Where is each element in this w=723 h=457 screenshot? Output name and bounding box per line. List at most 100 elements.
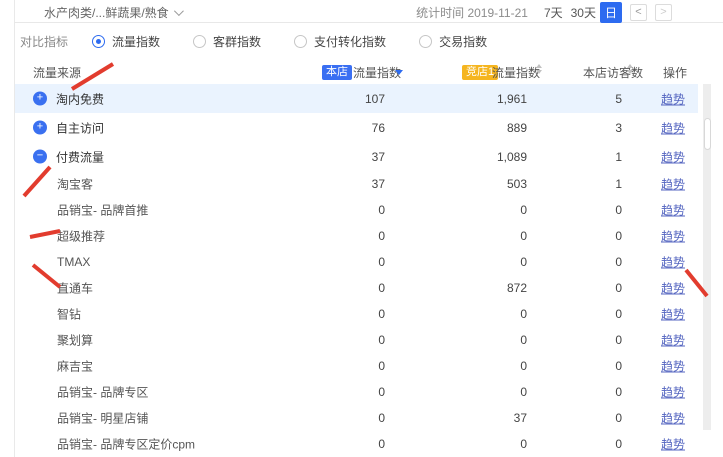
metric-radio-0[interactable]: 流量指数 bbox=[92, 33, 160, 50]
column-rival-index[interactable]: 流量指数 bbox=[492, 64, 540, 81]
source-name-label: TMAX bbox=[57, 255, 90, 269]
topbar: 水产肉类/...鲜蔬果/熟食 统计时间 2019-11-21 7天30天日 < … bbox=[14, 0, 723, 23]
collapse-minus-icon[interactable]: − bbox=[33, 150, 47, 164]
table-row: 智钻000趋势 bbox=[15, 301, 698, 327]
visitors-value: 0 bbox=[615, 307, 622, 321]
table-row: 聚划算000趋势 bbox=[15, 327, 698, 353]
source-name-label: 淘宝客 bbox=[57, 176, 93, 193]
sort-icon[interactable] bbox=[627, 64, 633, 74]
own-index-value: 76 bbox=[372, 121, 385, 135]
visitors-value: 0 bbox=[615, 203, 622, 217]
source-name-label: 淘内免费 bbox=[56, 90, 104, 107]
next-day-button[interactable]: > bbox=[655, 4, 672, 21]
source-name-label: 品销宝- 品牌专区 bbox=[57, 384, 148, 401]
own-index-value: 0 bbox=[378, 411, 385, 425]
source-name-label: 超级推荐 bbox=[57, 228, 105, 245]
prev-day-button[interactable]: < bbox=[630, 4, 647, 21]
trend-link[interactable]: 趋势 bbox=[661, 121, 685, 135]
visitors-value: 5 bbox=[615, 92, 622, 106]
rival-index-value: 1,961 bbox=[497, 92, 527, 106]
date-range-button-0[interactable]: 7天 bbox=[540, 2, 567, 23]
scrollbar-thumb[interactable] bbox=[704, 118, 711, 150]
sort-icon[interactable] bbox=[536, 64, 542, 74]
radio-icon bbox=[193, 35, 206, 48]
trend-link[interactable]: 趋势 bbox=[661, 360, 685, 374]
expand-plus-icon[interactable]: + bbox=[33, 92, 47, 106]
trend-link[interactable]: 趋势 bbox=[661, 386, 685, 400]
table-row: 淘宝客375031趋势 bbox=[15, 171, 698, 197]
trend-link[interactable]: 趋势 bbox=[661, 412, 685, 426]
own-index-value: 0 bbox=[378, 229, 385, 243]
column-own-index[interactable]: 流量指数 bbox=[353, 64, 401, 81]
visitors-value: 3 bbox=[615, 121, 622, 135]
rival-index-value: 503 bbox=[507, 177, 527, 191]
column-action: 操作 bbox=[663, 64, 687, 81]
own-index-value: 0 bbox=[378, 385, 385, 399]
own-index-value: 0 bbox=[378, 255, 385, 269]
trend-link[interactable]: 趋势 bbox=[661, 92, 685, 106]
own-index-value: 0 bbox=[378, 333, 385, 347]
category-label: 水产肉类/...鲜蔬果/熟食 bbox=[44, 4, 169, 21]
date-range-button-2[interactable]: 日 bbox=[600, 2, 622, 23]
source-name-cell: 品销宝- 品牌首推 bbox=[57, 202, 148, 219]
table-row: +淘内免费1071,9615趋势 bbox=[15, 84, 698, 113]
visitors-value: 0 bbox=[615, 255, 622, 269]
table-row: 麻吉宝000趋势 bbox=[15, 353, 698, 379]
column-visitors[interactable]: 本店访客数 bbox=[583, 64, 643, 81]
category-selector[interactable]: 水产肉类/...鲜蔬果/熟食 bbox=[44, 4, 181, 21]
trend-link[interactable]: 趋势 bbox=[661, 282, 685, 296]
expand-plus-icon[interactable]: + bbox=[33, 121, 47, 135]
scrollbar-track[interactable] bbox=[703, 84, 711, 430]
source-name-label: 直通车 bbox=[57, 280, 93, 297]
visitors-value: 0 bbox=[615, 411, 622, 425]
own-index-value: 37 bbox=[372, 150, 385, 164]
sort-desc-icon[interactable] bbox=[395, 64, 403, 78]
trend-link[interactable]: 趋势 bbox=[661, 308, 685, 322]
trend-link[interactable]: 趋势 bbox=[661, 334, 685, 348]
table-row: TMAX 0 0 0 趋势 bbox=[15, 249, 698, 275]
rival-index-value: 0 bbox=[520, 229, 527, 243]
source-name-label: 品销宝- 明星店铺 bbox=[57, 410, 148, 427]
metric-radio-3[interactable]: 交易指数 bbox=[419, 33, 487, 50]
source-name-cell: 淘宝客 bbox=[57, 176, 93, 193]
trend-link[interactable]: 趋势 bbox=[661, 438, 685, 452]
visitors-value: 0 bbox=[615, 229, 622, 243]
visitors-value: 1 bbox=[615, 150, 622, 164]
rival-index-value: 0 bbox=[520, 307, 527, 321]
metric-radio-group: 流量指数 客群指数 支付转化指数 交易指数 bbox=[92, 33, 520, 50]
trend-link[interactable]: 趋势 bbox=[661, 204, 685, 218]
trend-link[interactable]: 趋势 bbox=[661, 230, 685, 244]
table-body: +淘内免费1071,9615趋势+自主访问768893趋势−付费流量371,08… bbox=[15, 84, 698, 457]
trend-link[interactable]: 趋势 bbox=[661, 150, 685, 164]
source-name-cell: 品销宝- 品牌专区 bbox=[57, 384, 148, 401]
metric-radio-2[interactable]: 支付转化指数 bbox=[294, 33, 386, 50]
rival-index-value: 0 bbox=[520, 255, 527, 269]
trend-link[interactable]: 趋势 bbox=[661, 178, 685, 192]
table-header: 流量来源 本店 流量指数 竞店1 流量指数 本店访客数 操作 bbox=[0, 60, 723, 84]
source-name-label: 自主访问 bbox=[56, 119, 104, 136]
source-name-label: 麻吉宝 bbox=[57, 358, 93, 375]
source-name-cell: 聚划算 bbox=[57, 332, 93, 349]
visitors-value: 0 bbox=[615, 359, 622, 373]
metric-radio-label: 交易指数 bbox=[439, 33, 487, 50]
own-index-value: 0 bbox=[378, 359, 385, 373]
stat-time-label: 统计时间 2019-11-21 bbox=[416, 4, 528, 21]
metric-radio-label: 客群指数 bbox=[213, 33, 261, 50]
metric-radio-label: 支付转化指数 bbox=[314, 33, 386, 50]
radio-selected-icon bbox=[92, 35, 105, 48]
trend-link[interactable]: 趋势 bbox=[661, 256, 685, 270]
visitors-value: 0 bbox=[615, 385, 622, 399]
own-index-value: 0 bbox=[378, 203, 385, 217]
visitors-value: 0 bbox=[615, 333, 622, 347]
metric-radio-label: 流量指数 bbox=[112, 33, 160, 50]
source-name-cell: + 淘内免费 bbox=[33, 90, 104, 107]
table-row: 品销宝- 品牌首推 0 0 0 趋势 bbox=[15, 197, 698, 223]
metric-radio-1[interactable]: 客群指数 bbox=[193, 33, 261, 50]
source-name-cell: 智钻 bbox=[57, 306, 81, 323]
rival-index-value: 0 bbox=[520, 203, 527, 217]
source-name-cell: −付费流量 bbox=[33, 148, 104, 165]
source-name-cell: 直通车 bbox=[57, 280, 93, 297]
source-name-label: 付费流量 bbox=[56, 148, 104, 165]
date-range-button-1[interactable]: 30天 bbox=[567, 2, 600, 23]
radio-icon bbox=[294, 35, 307, 48]
